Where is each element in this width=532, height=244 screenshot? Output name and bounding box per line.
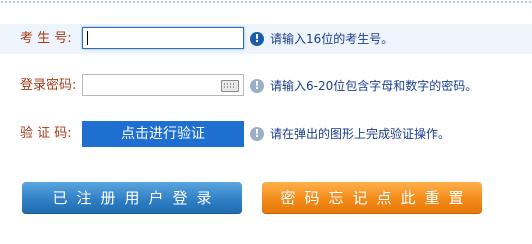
password-label: 登录密码:	[20, 78, 77, 93]
exam-number-hint: 请输入16位的考生号。	[270, 32, 394, 46]
exam-number-input[interactable]	[83, 29, 243, 49]
password-input[interactable]	[83, 76, 243, 96]
top-dotted-border	[0, 0, 532, 4]
verify-button[interactable]: 点击进行验证	[82, 121, 244, 147]
info-icon: !	[250, 32, 264, 46]
password-row: 登录密码: ! 请输入6-20位包含字母和数字的密码。	[0, 71, 532, 101]
keyboard-icon[interactable]	[221, 80, 239, 92]
exam-number-field[interactable]	[82, 27, 244, 49]
login-button[interactable]: 已注册用户登录	[22, 182, 242, 214]
text-caret	[87, 31, 88, 45]
password-field[interactable]	[82, 74, 244, 96]
info-icon: !	[250, 79, 264, 93]
verification-hint: 请在弹出的图形上完成验证操作。	[270, 127, 451, 141]
reset-password-button[interactable]: 密码忘记点此重置	[262, 182, 482, 214]
info-icon: !	[250, 127, 264, 141]
exam-number-row: 考 生 号: ! 请输入16位的考生号。	[0, 24, 532, 54]
verification-row: 验 证 码: 点击进行验证 ! 请在弹出的图形上完成验证操作。	[0, 119, 532, 149]
password-hint: 请输入6-20位包含字母和数字的密码。	[270, 79, 478, 93]
verification-label: 验 证 码:	[20, 126, 72, 141]
exam-number-label: 考 生 号:	[20, 31, 72, 46]
